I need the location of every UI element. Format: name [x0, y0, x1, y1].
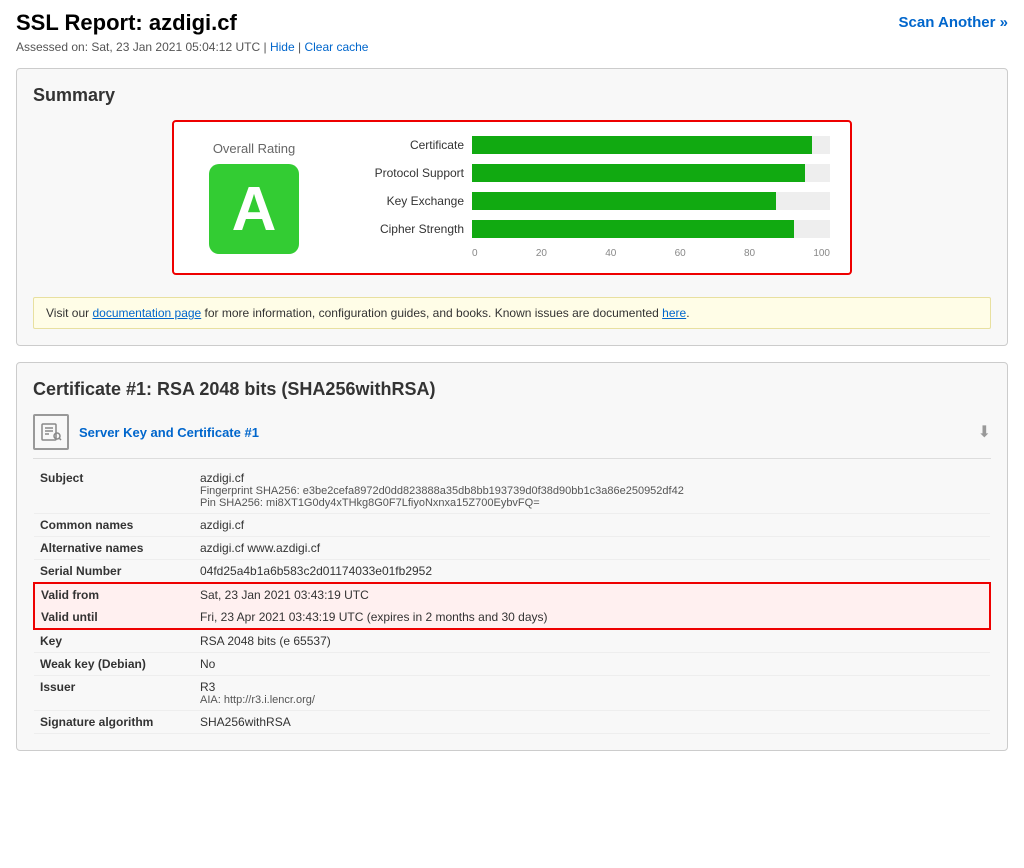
table-row: Valid untilFri, 23 Apr 2021 03:43:19 UTC…: [34, 606, 990, 629]
bar-row: Certificate: [354, 136, 830, 154]
bar-row: Protocol Support: [354, 164, 830, 182]
summary-title: Summary: [33, 85, 991, 106]
table-row: KeyRSA 2048 bits (e 65537): [34, 629, 990, 653]
table-row: Valid fromSat, 23 Jan 2021 03:43:19 UTC: [34, 583, 990, 606]
bar-scale: 0 20 40 60 80 100: [354, 248, 830, 259]
scale-label: 0: [472, 248, 478, 259]
table-row: Signature algorithmSHA256withRSA: [34, 711, 990, 734]
server-key-row: Server Key and Certificate #1 ⬇: [33, 414, 991, 459]
server-key-label: Server Key and Certificate #1: [79, 425, 968, 440]
cert-title: Certificate #1: RSA 2048 bits (SHA256wit…: [33, 379, 991, 400]
summary-card: Summary Overall Rating A Certificate Prot…: [16, 68, 1008, 346]
bar-fill: [472, 164, 805, 182]
table-row: IssuerR3AIA: http://r3.i.lencr.org/: [34, 676, 990, 711]
cert-detail-table: Subjectazdigi.cfFingerprint SHA256: e3be…: [33, 467, 991, 734]
bar-row: Key Exchange: [354, 192, 830, 210]
field-key: Weak key (Debian): [34, 653, 194, 676]
field-key: Subject: [34, 467, 194, 514]
bar-label: Key Exchange: [354, 194, 464, 208]
bar-label: Protocol Support: [354, 166, 464, 180]
scale-label: 60: [675, 248, 686, 259]
table-row: Serial Number04fd25a4b1a6b583c2d01174033…: [34, 560, 990, 584]
field-value: azdigi.cf www.azdigi.cf: [194, 537, 990, 560]
bar-fill: [472, 136, 812, 154]
download-icon[interactable]: ⬇: [978, 422, 991, 442]
assessed-on: Assessed on: Sat, 23 Jan 2021 05:04:12 U…: [16, 40, 368, 54]
field-key: Issuer: [34, 676, 194, 711]
field-key: Valid until: [34, 606, 194, 629]
overall-rating-box: Overall Rating A Certificate Protocol Sup…: [172, 120, 852, 275]
field-value: azdigi.cfFingerprint SHA256: e3be2cefa89…: [194, 467, 990, 514]
field-value: R3AIA: http://r3.i.lencr.org/: [194, 676, 990, 711]
rating-right: Certificate Protocol Support Key Exchange C…: [354, 136, 830, 259]
table-row: Weak key (Debian)No: [34, 653, 990, 676]
page-title: SSL Report: azdigi.cf: [16, 10, 368, 36]
rating-label: Overall Rating: [213, 141, 295, 156]
bar-track: [472, 164, 830, 182]
table-row: Subjectazdigi.cfFingerprint SHA256: e3be…: [34, 467, 990, 514]
field-sub-text: AIA: http://r3.i.lencr.org/: [200, 694, 984, 706]
field-value: RSA 2048 bits (e 65537): [194, 629, 990, 653]
field-key: Serial Number: [34, 560, 194, 584]
field-key: Alternative names: [34, 537, 194, 560]
bar-track: [472, 220, 830, 238]
bar-track: [472, 136, 830, 154]
info-banner: Visit our documentation page for more in…: [33, 297, 991, 329]
field-key: Key: [34, 629, 194, 653]
hide-link[interactable]: Hide: [270, 40, 295, 54]
bar-chart: Certificate Protocol Support Key Exchange C…: [354, 136, 830, 238]
grade-badge: A: [209, 164, 299, 254]
known-issues-link[interactable]: here: [662, 306, 686, 320]
field-value: Fri, 23 Apr 2021 03:43:19 UTC (expires i…: [194, 606, 990, 629]
field-sub-text: Pin SHA256: mi8XT1G0dy4xTHkg8G0F7LfiyoNx…: [200, 497, 984, 509]
field-sub-text: Fingerprint SHA256: e3be2cefa8972d0dd823…: [200, 485, 984, 497]
table-row: Alternative namesazdigi.cf www.azdigi.cf: [34, 537, 990, 560]
scale-label: 40: [605, 248, 616, 259]
bar-row: Cipher Strength: [354, 220, 830, 238]
field-value: azdigi.cf: [194, 514, 990, 537]
scale-label: 80: [744, 248, 755, 259]
bar-fill: [472, 192, 776, 210]
field-value: SHA256withRSA: [194, 711, 990, 734]
field-value: 04fd25a4b1a6b583c2d01174033e01fb2952: [194, 560, 990, 584]
documentation-link[interactable]: documentation page: [92, 306, 201, 320]
scale-label: 20: [536, 248, 547, 259]
certificate-card: Certificate #1: RSA 2048 bits (SHA256wit…: [16, 362, 1008, 751]
table-row: Common namesazdigi.cf: [34, 514, 990, 537]
field-value: No: [194, 653, 990, 676]
field-key: Common names: [34, 514, 194, 537]
field-value: Sat, 23 Jan 2021 03:43:19 UTC: [194, 583, 990, 606]
field-key: Signature algorithm: [34, 711, 194, 734]
clear-cache-link[interactable]: Clear cache: [304, 40, 368, 54]
scan-another-link[interactable]: Scan Another »: [899, 14, 1008, 31]
field-key: Valid from: [34, 583, 194, 606]
rating-left: Overall Rating A: [194, 141, 314, 254]
bar-label: Cipher Strength: [354, 222, 464, 236]
scale-label: 100: [813, 248, 830, 259]
bar-fill: [472, 220, 794, 238]
bar-track: [472, 192, 830, 210]
bar-label: Certificate: [354, 138, 464, 152]
cert-icon: [33, 414, 69, 450]
